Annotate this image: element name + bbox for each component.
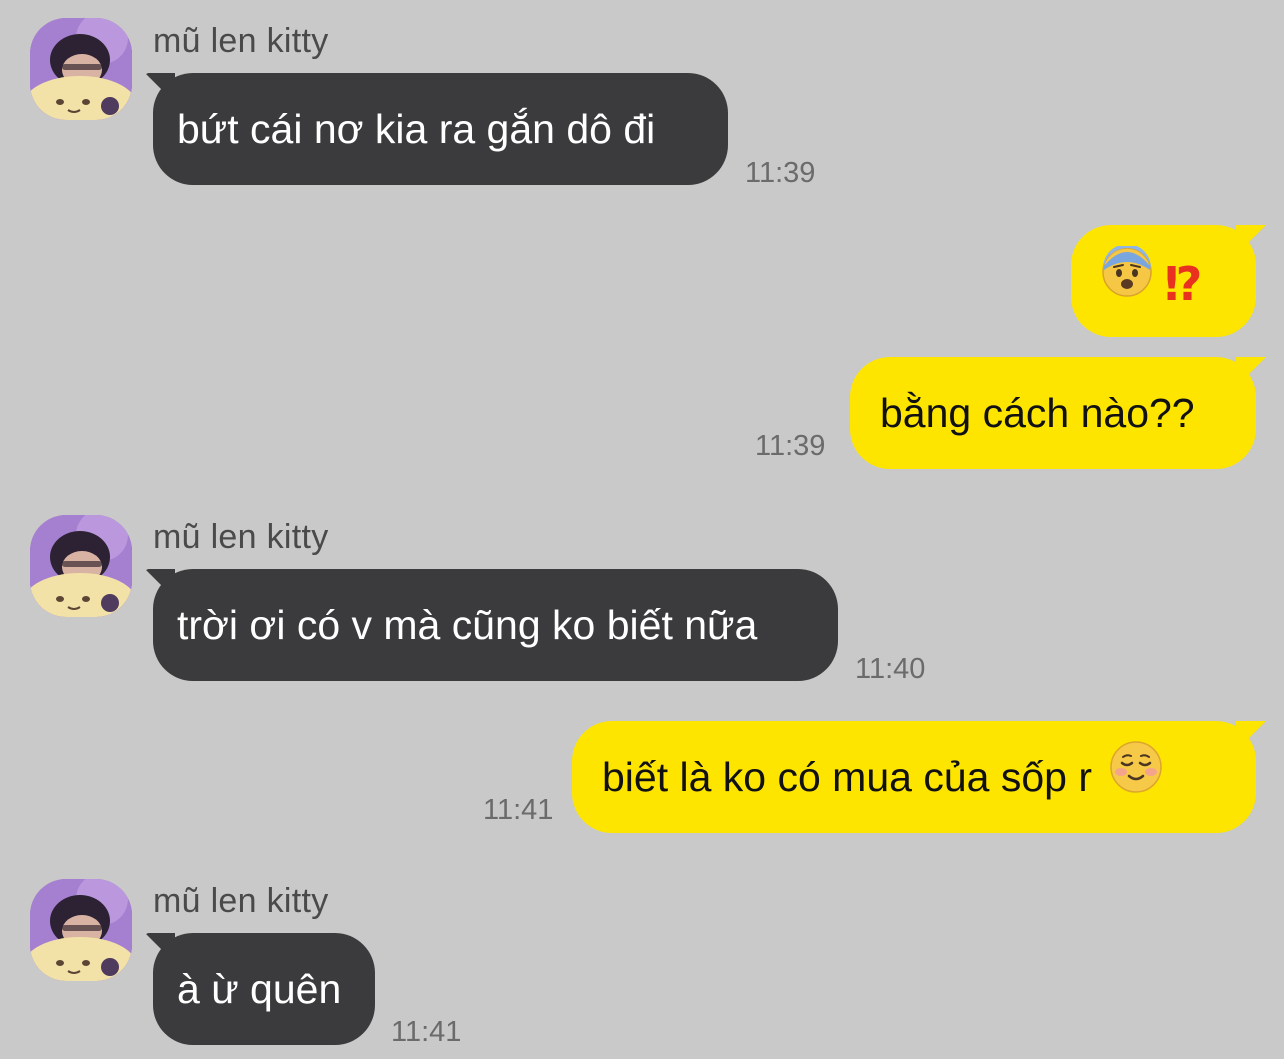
exclamation-question-icon: ⁉ bbox=[1164, 258, 1202, 311]
anxious-face-icon bbox=[1101, 228, 1153, 340]
message-time: 11:41 bbox=[391, 1016, 462, 1048]
message-text: trời ơi có v mà cũng ko biết nữa bbox=[177, 602, 758, 648]
contact-avatar[interactable] bbox=[30, 879, 132, 981]
message-time: 11:40 bbox=[855, 653, 926, 685]
contact-avatar[interactable] bbox=[30, 18, 132, 120]
sender-name: mũ len kitty bbox=[153, 882, 329, 920]
incoming-message-bubble[interactable]: bứt cái nơ kia ra gắn dô đi bbox=[153, 73, 728, 185]
message-time: 11:41 bbox=[483, 794, 554, 826]
message-text: à ừ quên bbox=[177, 966, 342, 1012]
sender-name: mũ len kitty bbox=[153, 22, 329, 60]
contact-avatar[interactable] bbox=[30, 515, 132, 617]
incoming-message-bubble[interactable]: trời ơi có v mà cũng ko biết nữa bbox=[153, 569, 838, 681]
outgoing-message-bubble[interactable]: biết là ko có mua của sốp r bbox=[572, 721, 1256, 833]
incoming-message-bubble[interactable]: à ừ quên bbox=[153, 933, 375, 1045]
avatar-photo-icon bbox=[30, 515, 132, 617]
message-time: 11:39 bbox=[745, 157, 816, 189]
smiling-face-icon bbox=[1109, 724, 1163, 836]
message-text: biết là ko có mua của sốp r bbox=[602, 754, 1092, 800]
message-text: bằng cách nào?? bbox=[880, 390, 1195, 436]
sender-name: mũ len kitty bbox=[153, 518, 329, 556]
avatar-photo-icon bbox=[30, 879, 132, 981]
message-text: bứt cái nơ kia ra gắn dô đi bbox=[177, 106, 656, 152]
avatar-photo-icon bbox=[30, 18, 132, 120]
outgoing-message-bubble[interactable]: bằng cách nào?? bbox=[850, 357, 1256, 469]
outgoing-emoji-bubble[interactable]: ⁉ bbox=[1071, 225, 1256, 337]
message-time: 11:39 bbox=[755, 430, 826, 462]
